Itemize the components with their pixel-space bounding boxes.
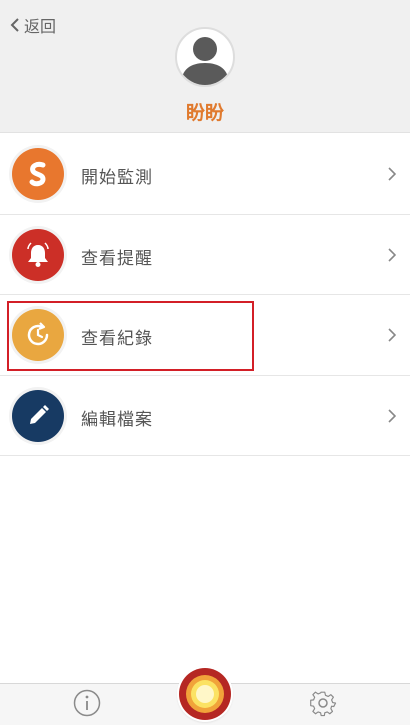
chevron-left-icon <box>10 18 19 32</box>
record-button-icon <box>180 669 230 719</box>
info-icon[interactable] <box>72 688 102 718</box>
menu-item-view-records[interactable]: 查看紀錄 <box>0 295 410 376</box>
user-silhouette-icon <box>181 37 229 85</box>
chevron-right-icon <box>388 247 396 262</box>
back-label: 返回 <box>24 17 57 36</box>
menu-item-edit-profile[interactable]: 編輯檔案 <box>0 376 410 456</box>
menu-item-label: 編輯檔案 <box>81 409 153 430</box>
profile-header: 返回 盼盼 <box>0 0 410 133</box>
menu-item-label: 查看提醒 <box>81 248 153 269</box>
back-button[interactable]: 返回 <box>10 13 56 37</box>
pencil-icon <box>12 389 64 442</box>
bell-icon <box>12 228 64 281</box>
chevron-right-icon <box>388 328 396 342</box>
menu-item-label: 開始監測 <box>81 168 153 188</box>
gear-icon[interactable] <box>309 689 337 717</box>
chevron-right-icon <box>388 408 396 423</box>
chevron-right-icon <box>388 167 396 181</box>
menu-item-start-monitoring[interactable]: 開始監測 <box>0 134 410 215</box>
record-button[interactable] <box>179 668 231 720</box>
s-logo-icon <box>12 148 64 200</box>
menu-list: 開始監測 查看提醒 查看紀錄 編輯檔案 <box>0 134 410 456</box>
profile-name: 盼盼 <box>185 102 224 124</box>
menu-item-view-alerts[interactable]: 查看提醒 <box>0 215 410 295</box>
menu-item-label: 查看紀錄 <box>81 329 153 349</box>
history-clock-icon <box>12 309 64 361</box>
avatar[interactable] <box>175 27 235 87</box>
